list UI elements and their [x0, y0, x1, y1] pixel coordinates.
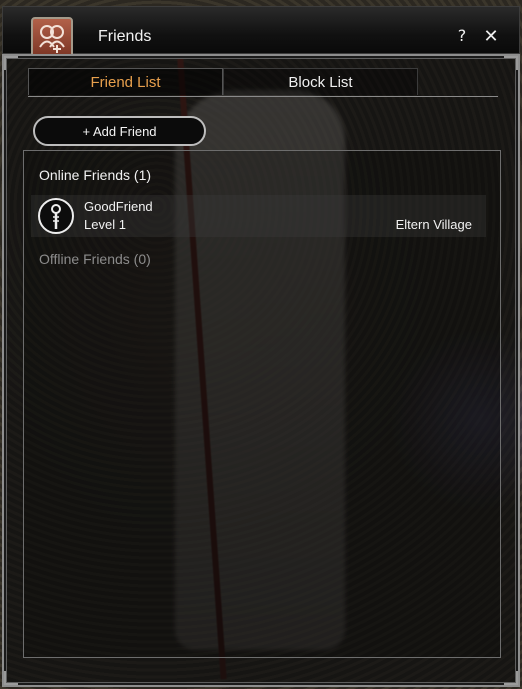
tab-bar: Friend List Block List [28, 68, 498, 97]
corner-ornament-tr [504, 56, 518, 70]
tab-friend-list[interactable]: Friend List [28, 68, 223, 95]
staff-class-icon [38, 198, 74, 234]
window-title: Friends [98, 28, 152, 45]
corner-ornament-br [504, 671, 518, 685]
corner-ornament-tl [4, 56, 18, 70]
window-titlebar[interactable]: Friends ? ✕ [2, 6, 520, 59]
friend-level: Level 1 [84, 217, 126, 232]
friend-name: GoodFriend [84, 199, 153, 214]
corner-ornament-bl [4, 671, 18, 685]
offline-friends-header: Offline Friends (0) [39, 251, 151, 267]
friend-location: Eltern Village [395, 217, 472, 232]
friends-icon [31, 17, 73, 59]
help-icon[interactable]: ? [452, 26, 472, 46]
add-friend-button[interactable]: + Add Friend [33, 116, 206, 146]
close-icon[interactable]: ✕ [481, 26, 501, 47]
tab-block-list[interactable]: Block List [223, 68, 418, 95]
friend-row[interactable]: GoodFriend Level 1 Eltern Village [31, 195, 486, 237]
online-friends-header: Online Friends (1) [39, 167, 152, 183]
